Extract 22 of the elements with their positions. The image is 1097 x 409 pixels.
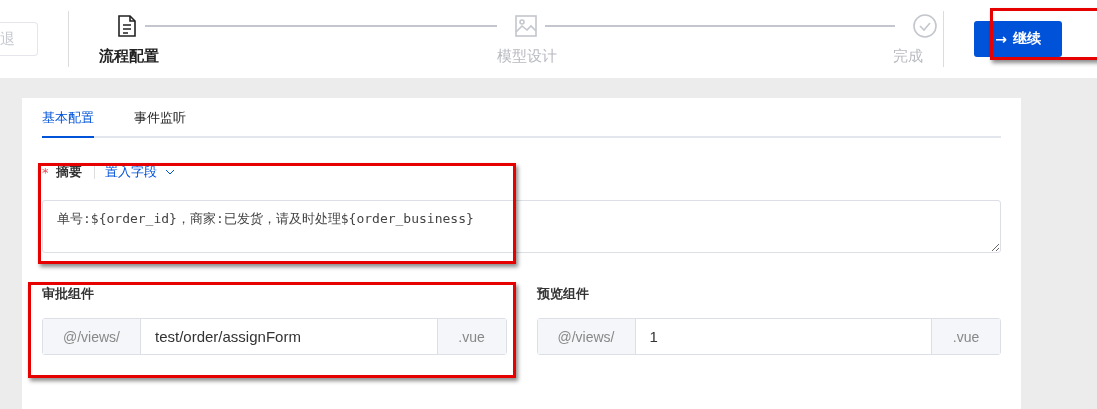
required-mark: * — [42, 164, 50, 180]
document-icon — [117, 14, 137, 37]
insert-field-dropdown[interactable]: 置入字段 — [105, 163, 175, 181]
path-prefix: @/views/ — [43, 319, 141, 354]
field-label: 摘要 — [56, 163, 82, 181]
path-prefix: @/views/ — [537, 319, 636, 354]
file-extension: .vue — [931, 319, 1000, 354]
summary-textarea[interactable]: 单号:${order_id}，商家:已发货，请及时处理${order_business} — [42, 200, 1001, 253]
field-label: 预览组件 — [536, 285, 590, 303]
tab[interactable]: 基本配置 — [42, 109, 94, 138]
step-label: 流程配置 — [99, 46, 160, 66]
chevron-down-icon — [165, 169, 175, 175]
check-circle-icon — [913, 13, 937, 38]
tab[interactable]: 事件监听 — [134, 109, 186, 138]
continue-button[interactable]: → 继续 — [974, 21, 1062, 57]
step-label: 完成 — [893, 46, 924, 66]
path-field[interactable]: @/views/ test/order/assignForm .vue — [42, 318, 507, 355]
field-label: 审批组件 — [42, 285, 95, 303]
step-label: 模型设计 — [497, 46, 558, 66]
image-icon — [515, 14, 537, 37]
path-field[interactable]: @/views/ 1 .vue — [536, 318, 1001, 355]
file-extension: .vue — [436, 319, 506, 354]
